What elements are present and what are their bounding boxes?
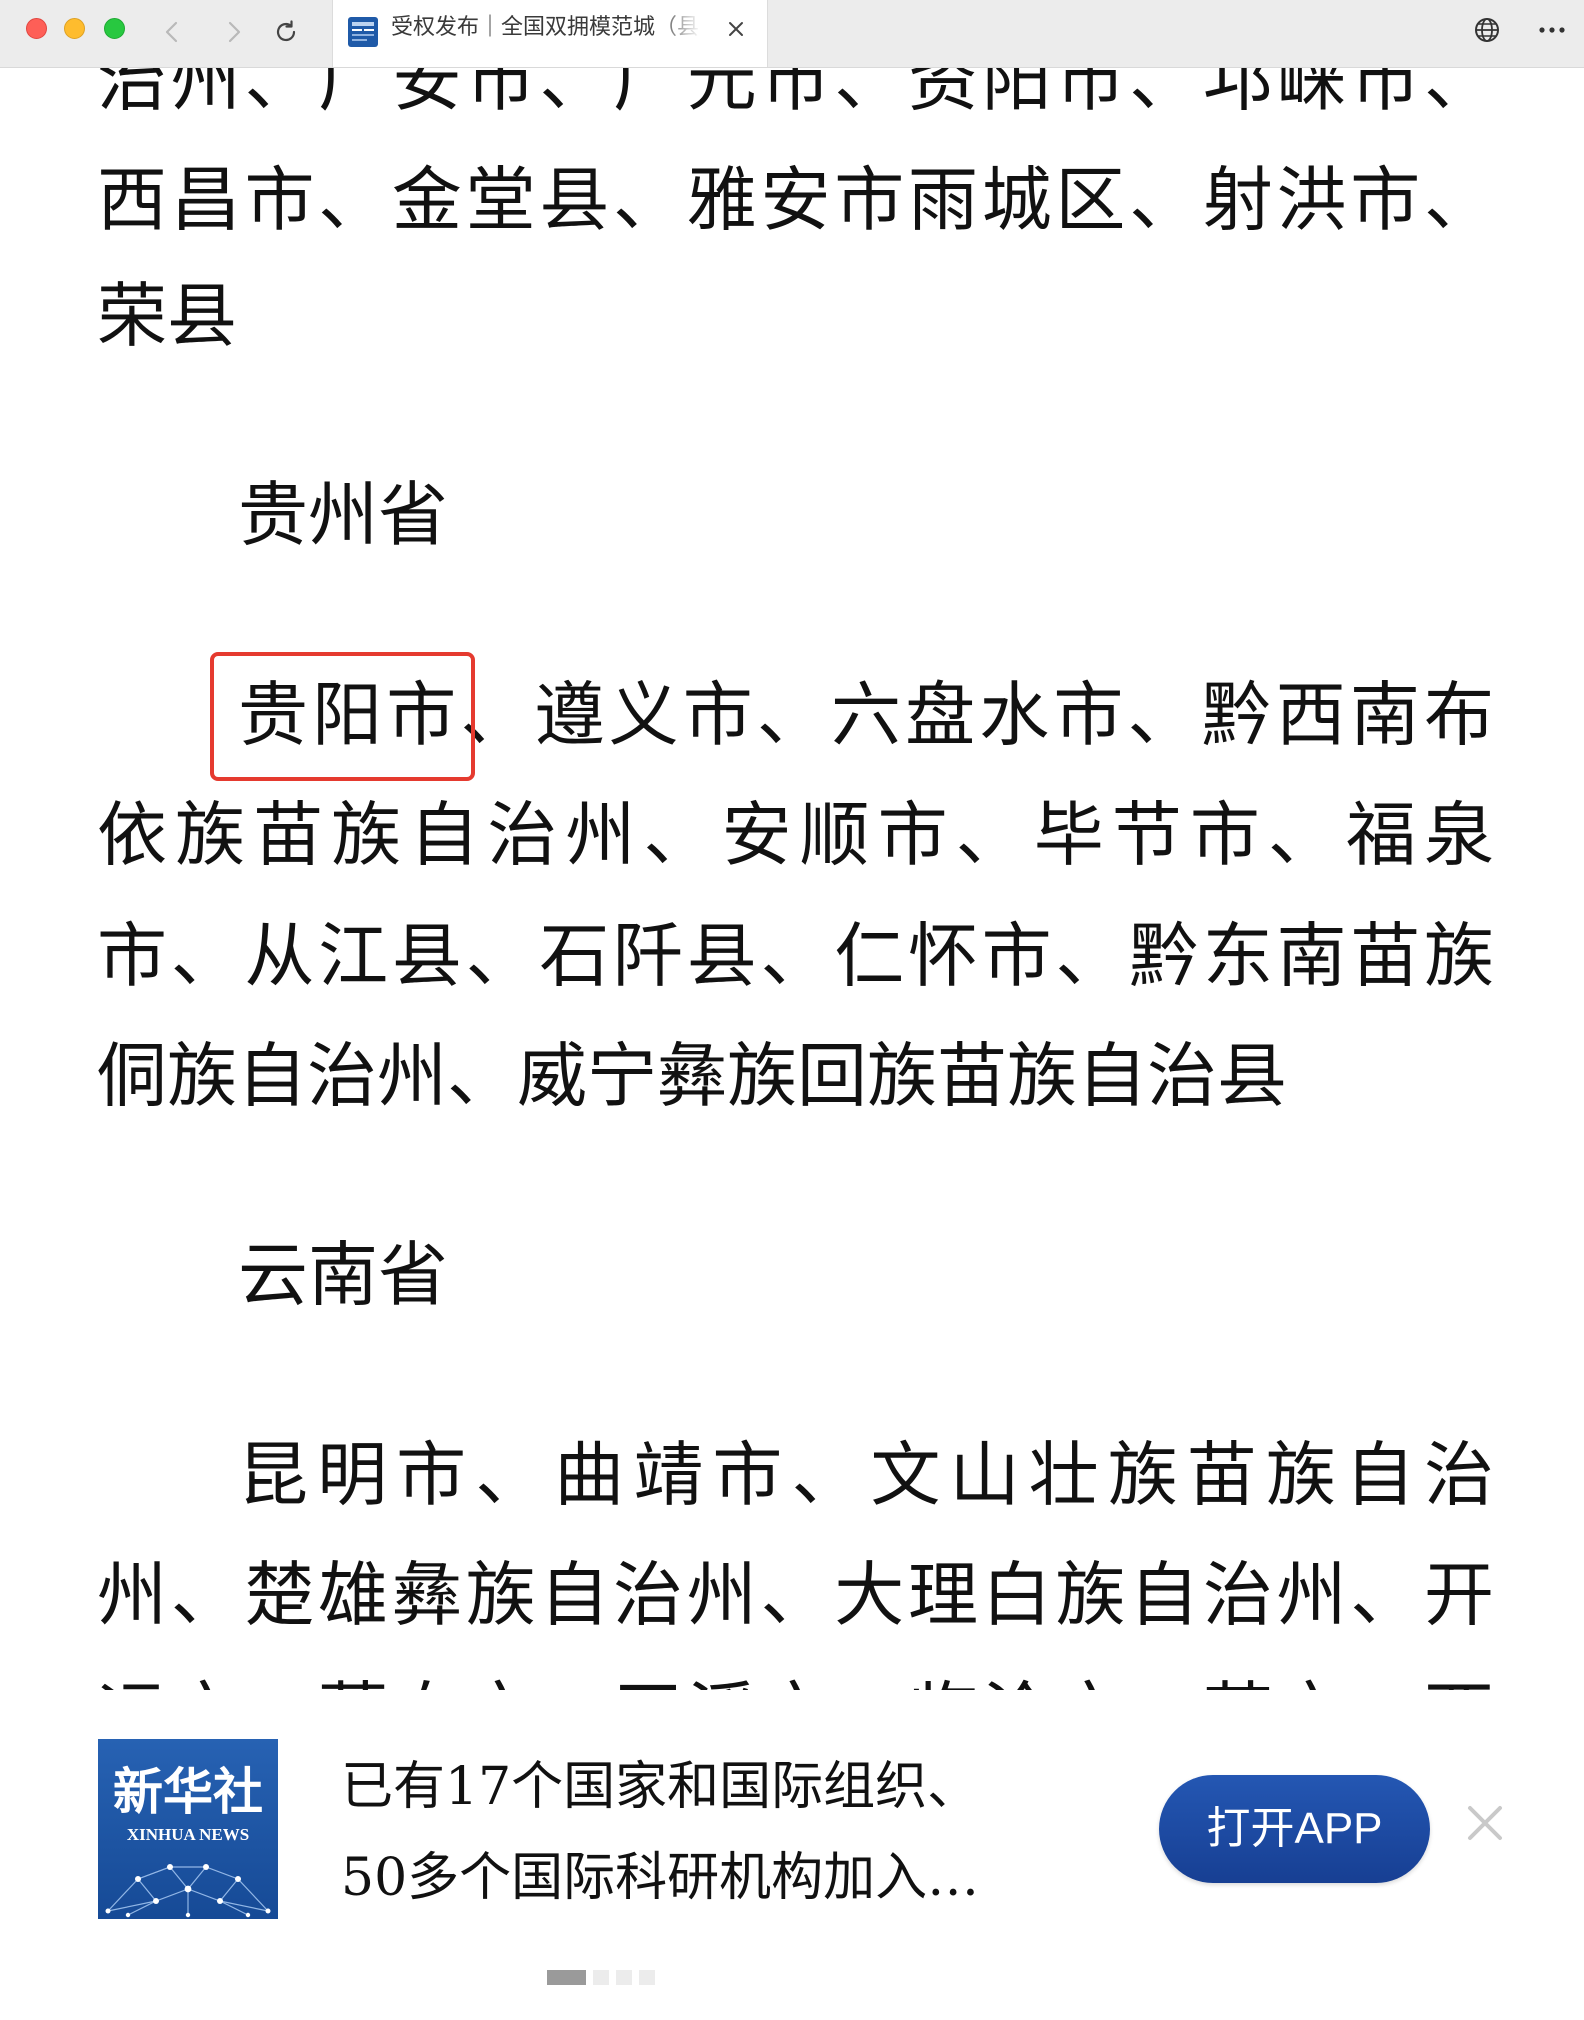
article-line: 西昌市、金堂县、雅安市雨城区、射洪市、 (97, 159, 1494, 241)
banner-headline-line[interactable]: 50多个国际科研机构加入… (341, 1846, 1101, 1910)
reload-icon[interactable] (268, 14, 304, 50)
open-app-button[interactable]: 打开APP (1159, 1775, 1430, 1883)
active-tab[interactable]: 受权发布｜全国双拥模范城（县 (332, 0, 768, 67)
pagination-dots (547, 1970, 667, 1986)
pagination-dot-active[interactable] (547, 1970, 586, 1985)
banner-headline-line[interactable]: 已有17个国家和国际组织、 (341, 1755, 1101, 1819)
article-line: 侗族自治州、威宁彝族回族苗族自治县 (97, 1035, 1287, 1117)
article-line: 远市、蒙自市、玉溪市、临沧市、芒市、西 (97, 1655, 1494, 1690)
pagination-dot[interactable] (616, 1970, 632, 1985)
tab-title: 受权发布｜全国双拥模范城（县 (391, 15, 700, 40)
pagination-dot[interactable] (639, 1970, 655, 1985)
article-line: 依族苗族自治州、安顺市、毕节市、福泉 (97, 794, 1494, 876)
more-menu-icon[interactable] (1534, 12, 1570, 48)
close-banner-icon[interactable] (1462, 1800, 1508, 1846)
highlighted-city: 贵阳市 (238, 674, 461, 756)
browser-toolbar: 受权发布｜全国双拥模范城（县 (0, 0, 1584, 68)
article-line: 市、从江县、石阡县、仁怀市、黔东南苗族 (97, 915, 1494, 997)
province-heading-guizhou: 贵州省 (238, 474, 448, 556)
site-favicon-icon (347, 16, 379, 48)
close-window-button[interactable] (26, 18, 47, 39)
article-body: 治州、广安市、广元市、资阳市、邛崃市、 西昌市、金堂县、雅安市雨城区、射洪市、 … (0, 0, 1584, 1690)
logo-chinese-text: 新华社 (113, 1763, 263, 1821)
app-download-banner: 新华社 XINHUA NEWS 已有17个国家和国际组织、 50多个国际科研机构… (0, 1690, 1584, 2020)
xinhua-logo: 新华社 XINHUA NEWS (98, 1739, 278, 1919)
article-line: 荣县 (97, 275, 237, 357)
minimize-window-button[interactable] (64, 18, 85, 39)
article-line: 贵阳市、遵义市、六盘水市、黔西南布 (238, 655, 1494, 775)
tab-close-icon[interactable] (721, 14, 751, 44)
logo-english-text: XINHUA NEWS (127, 1825, 249, 1844)
globe-icon[interactable] (1469, 12, 1505, 48)
back-arrow-icon[interactable] (154, 14, 190, 50)
zoom-window-button[interactable] (104, 18, 125, 39)
article-line-rest: 、遵义市、六盘水市、黔西南布 (460, 674, 1494, 756)
pagination-dot[interactable] (593, 1970, 609, 1985)
province-heading-yunnan: 云南省 (238, 1234, 448, 1316)
forward-arrow-icon[interactable] (216, 14, 252, 50)
article-line: 昆明市、曲靖市、文山壮族苗族自治 (238, 1434, 1494, 1516)
article-line: 州、楚雄彝族自治州、大理白族自治州、开 (97, 1554, 1494, 1636)
